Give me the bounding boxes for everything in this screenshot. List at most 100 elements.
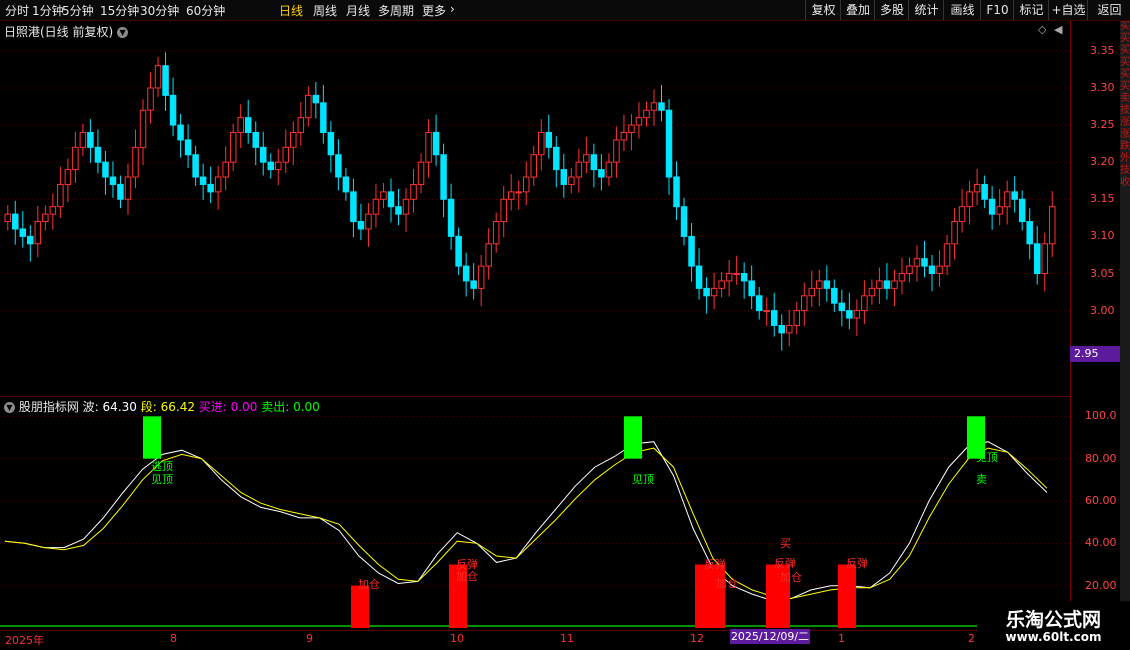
- candle-body: [102, 161, 109, 178]
- candle-body: [19, 228, 27, 237]
- signal-label: 反弹: [456, 558, 478, 571]
- candle-body: [545, 131, 553, 148]
- candle-body: [507, 191, 515, 200]
- candle-body: [1041, 243, 1048, 275]
- candle-body: [109, 176, 117, 185]
- price-tick-label: 3.15: [1090, 192, 1115, 206]
- candle-body: [282, 146, 290, 163]
- candle-body: [958, 206, 966, 223]
- candle-body: [237, 117, 244, 133]
- candle-body: [613, 139, 620, 163]
- right-side-strip: 买买买买买买卖技涨涨跌外技收: [1120, 21, 1130, 631]
- candle-body: [4, 213, 12, 223]
- candle-body: [936, 265, 943, 275]
- candle-body: [335, 154, 342, 178]
- candle-body: [838, 302, 846, 312]
- candle-body: [72, 146, 79, 171]
- strip-char: 跌: [1120, 141, 1130, 152]
- price-tick-label: 3.35: [1090, 43, 1115, 57]
- candle-body: [470, 280, 477, 289]
- candle-body: [620, 131, 628, 141]
- candle-body: [162, 65, 169, 96]
- toolbar-button[interactable]: 返回: [1087, 0, 1130, 20]
- chart-canvas[interactable]: [0, 0, 1070, 650]
- candle-body: [27, 235, 34, 245]
- candle-body: [154, 65, 162, 89]
- candle-body: [267, 161, 275, 171]
- candle-body: [12, 213, 19, 230]
- signal-label: 反弹: [846, 557, 868, 570]
- candle-body: [222, 161, 229, 178]
- signal-label: 反弹: [704, 558, 726, 571]
- strip-char: 买: [1120, 21, 1130, 32]
- watermark: 乐淘公式网 www.60lt.com: [977, 601, 1130, 650]
- price-tick-label: 3.20: [1090, 155, 1115, 169]
- candle-body: [876, 280, 883, 289]
- strip-char: 买: [1120, 33, 1130, 44]
- candle-body: [214, 176, 222, 193]
- candle-body: [913, 258, 921, 267]
- candle-body: [725, 273, 733, 282]
- cursor-date-tag: 2025/12/09/二: [730, 629, 810, 644]
- candle-body: [395, 206, 402, 215]
- candle-body: [57, 183, 64, 208]
- signal-label: 加仓: [716, 577, 738, 590]
- candle-body: [538, 131, 545, 156]
- candle-body: [785, 324, 793, 334]
- candle-body: [327, 131, 335, 156]
- candle-body: [1026, 221, 1033, 245]
- candle-body: [1048, 206, 1056, 245]
- candle-body: [244, 117, 252, 133]
- candle-body: [846, 310, 853, 319]
- candle-body: [981, 183, 988, 200]
- candle-body: [650, 102, 658, 111]
- candle-body: [252, 131, 259, 148]
- candle-body: [417, 161, 425, 185]
- current-price-tag: 2.95: [1070, 346, 1120, 362]
- signal-label: 见顶: [632, 473, 654, 486]
- x-axis-label: 10: [450, 632, 464, 645]
- candle-body: [575, 161, 583, 178]
- candle-body: [410, 183, 417, 200]
- x-axis-label: 8: [170, 632, 177, 645]
- strip-char: 卖: [1120, 93, 1130, 104]
- candle-body: [823, 280, 831, 289]
- signal-label: 见顶: [976, 451, 998, 464]
- candle-body: [94, 146, 102, 163]
- candle-body: [598, 169, 605, 178]
- candle-body: [530, 154, 538, 178]
- candle-body: [42, 213, 49, 223]
- candle-body: [778, 324, 785, 334]
- candle-body: [492, 221, 500, 245]
- candle-body: [485, 243, 492, 267]
- candle-body: [124, 176, 132, 200]
- candle-body: [973, 183, 981, 193]
- buy-signal-bar: [838, 564, 856, 628]
- candle-body: [943, 243, 951, 267]
- buy-signal-bar: [351, 585, 369, 628]
- signal-label: 买: [780, 537, 791, 550]
- candle-body: [891, 280, 898, 289]
- signal-label: 见顶: [151, 473, 173, 486]
- candle-body: [996, 206, 1003, 215]
- candle-body: [553, 146, 560, 171]
- indicator-tick-label: 100.0: [1085, 409, 1117, 423]
- candle-body: [447, 198, 455, 237]
- candle-body: [34, 221, 42, 245]
- candle-body: [425, 131, 432, 163]
- candle-body: [793, 310, 801, 326]
- candle-body: [79, 131, 87, 148]
- candle-body: [853, 310, 861, 319]
- x-axis-label: 11: [560, 632, 574, 645]
- candle-body: [748, 280, 755, 297]
- right-price-axis: [1070, 21, 1071, 631]
- candle-body: [801, 295, 808, 312]
- candle-body: [387, 191, 395, 208]
- candle-body: [455, 235, 462, 267]
- candle-body: [590, 154, 598, 171]
- candle-body: [605, 161, 613, 178]
- candle-body: [695, 265, 703, 289]
- candle-body: [229, 131, 237, 163]
- candle-body: [1033, 243, 1041, 275]
- candle-body: [49, 206, 57, 215]
